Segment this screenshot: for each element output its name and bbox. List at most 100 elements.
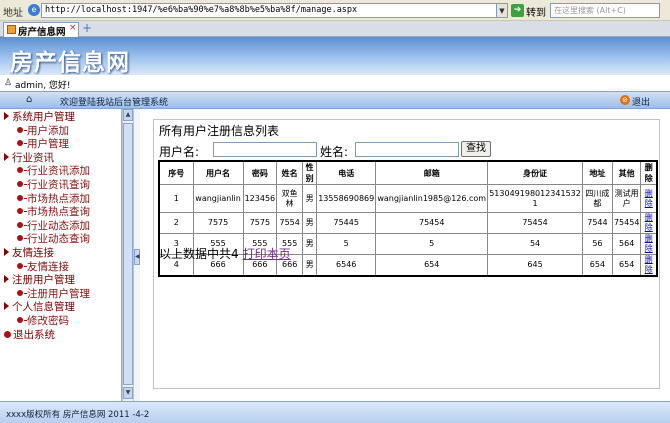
delete-link[interactable]: 删除 xyxy=(645,189,653,208)
table-cell: 男 xyxy=(302,212,318,234)
table-cell: 5 xyxy=(316,233,377,255)
bullet-icon xyxy=(17,140,23,147)
new-tab-icon[interactable]: + xyxy=(82,22,92,34)
table-cell: 123456 xyxy=(242,184,278,213)
sidebar-item-label: 友情连接 xyxy=(27,260,69,273)
username-label: 用户名: xyxy=(159,145,200,159)
user-greeting: admin, 您好! xyxy=(15,81,71,91)
user-bar: ♙ admin, 您好! xyxy=(0,75,670,91)
delete-cell: 删除 xyxy=(640,212,658,234)
scroll-up-icon[interactable]: ▲ xyxy=(123,109,133,121)
sidebar-item[interactable]: 行业资讯查询 xyxy=(17,179,90,192)
table-cell: 1 xyxy=(158,184,194,213)
sidebar-item[interactable]: 行业动态查询 xyxy=(17,233,90,246)
sidebar-item[interactable]: 行业资讯 xyxy=(4,152,54,165)
table-cell: 75454 xyxy=(375,212,489,234)
tab-site[interactable]: 房产信息网 × xyxy=(3,22,79,38)
bullet-icon xyxy=(17,289,23,296)
table-header-row: 序号 用户名 密码 姓名 性别 电话 邮箱 身份证 地址 其他 删除 xyxy=(158,160,658,185)
column-header: 电话 xyxy=(316,160,377,185)
table-cell: 5 xyxy=(375,233,489,255)
sidebar-item-label: 注册用户管理 xyxy=(27,287,90,300)
scroll-thumb[interactable] xyxy=(123,123,133,385)
table-cell: 513049198012341532​1 xyxy=(487,184,583,213)
sidebar-item-label: 行业资讯 xyxy=(12,151,54,164)
bullet-icon xyxy=(17,262,23,269)
sidebar-item[interactable]: 修改密码 xyxy=(17,315,69,328)
column-header: 身份证 xyxy=(487,160,583,185)
sidebar-item-label: 行业资讯查询 xyxy=(27,179,90,191)
browser-search-input[interactable]: 在这里搜索 (Alt+C) xyxy=(550,3,660,18)
sidebar-item-label: 市场热点添加 xyxy=(27,192,90,205)
name-input[interactable] xyxy=(355,142,459,157)
bullet-icon xyxy=(17,181,23,187)
sidebar-item[interactable]: 个人信息管理 xyxy=(4,301,75,314)
table-row: 1 wangjianlin 123456 双鱼林男 13558690869 wangjia… xyxy=(158,184,658,213)
sidebar-item[interactable]: 系统用户管理 xyxy=(4,111,75,124)
sidebar-scrollbar[interactable]: ▲ ▼ xyxy=(122,109,134,401)
table-cell: 7575 xyxy=(192,212,244,234)
print-page-link[interactable]: 打印本页 xyxy=(243,247,291,261)
site-title: 房产信息网 xyxy=(10,50,130,76)
sidebar-item[interactable]: 市场热点添加 xyxy=(17,193,90,206)
expand-arrow-icon xyxy=(4,152,9,161)
sidebar-item[interactable]: 注册用户管理 xyxy=(17,288,90,301)
bullet-icon xyxy=(4,330,11,338)
sidebar-item[interactable]: 友情连接 xyxy=(17,261,69,274)
sidebar-item-label: 行业动态添加 xyxy=(27,219,90,232)
name-label: 姓名: xyxy=(320,145,349,159)
delete-link[interactable]: 删除 xyxy=(645,255,653,274)
sidebar-item[interactable]: 行业动态添加 xyxy=(17,220,90,233)
table-cell: 645 xyxy=(487,254,583,277)
bullet-icon xyxy=(17,194,23,201)
sidebar-item-label: 退出系统 xyxy=(13,328,55,341)
ie-page-icon: e xyxy=(28,4,40,16)
sidebar-item[interactable]: 友情连接 xyxy=(4,247,54,260)
expand-arrow-icon xyxy=(4,112,9,120)
go-button[interactable]: ➔ 转到 xyxy=(511,3,547,19)
table-cell: 654 xyxy=(581,254,613,277)
logout-icon: ⊘ xyxy=(620,95,630,105)
address-bar: 地址 e http://localhost:1947/%e6%ba%90%e7%… xyxy=(0,0,670,21)
url-dropdown-icon[interactable]: ▼ xyxy=(497,3,508,18)
bullet-icon xyxy=(17,167,23,174)
sidebar-item[interactable]: 退出系统 xyxy=(4,329,55,342)
url-input[interactable]: http://localhost:1947/%e6%ba%90%e7%a8%8b… xyxy=(41,3,497,18)
welcome-text: 欢迎登陆我站后台管理系统 xyxy=(60,98,169,108)
sidebar-item-label: 修改密码 xyxy=(27,315,69,327)
table-cell: 测试用户 xyxy=(611,184,642,213)
sidebar-item[interactable]: 注册用户管理 xyxy=(4,274,75,287)
sidebar-item[interactable]: 用户管理 xyxy=(17,138,69,151)
sidebar-item[interactable]: 行业资讯添加 xyxy=(17,165,90,178)
table-cell: 7575 xyxy=(242,212,278,234)
bullet-icon xyxy=(17,221,23,228)
table-cell: 56 xyxy=(581,233,613,255)
table-cell: 75445 xyxy=(316,212,377,234)
table-cell: wangjianlin xyxy=(192,184,244,213)
column-header: 姓名 xyxy=(276,160,304,185)
tab-bar: 房产信息网 × + xyxy=(0,21,670,38)
home-icon[interactable]: ⌂ xyxy=(26,94,32,105)
sidebar: 系统用户管理 用户添加 用户管理 行业资讯 行业资讯添加 行业资讯查询 市场热点添加 市场热点… xyxy=(0,109,122,401)
scroll-down-icon[interactable]: ▼ xyxy=(123,387,133,399)
delete-link[interactable]: 删除 xyxy=(645,234,653,253)
table-cell: 7544 xyxy=(581,212,613,234)
column-header: 序号 xyxy=(158,160,194,185)
expand-arrow-icon xyxy=(4,302,9,311)
column-header: 邮箱 xyxy=(375,160,489,185)
tab-close-icon[interactable]: × xyxy=(69,23,77,33)
delete-link[interactable]: 删除 xyxy=(645,213,653,232)
username-input[interactable] xyxy=(213,142,317,157)
panel-title: 所有用户注册信息列表 xyxy=(159,124,280,138)
bullet-icon xyxy=(17,235,23,242)
summary-text: 以上数据中共4 xyxy=(159,247,239,261)
sidebar-item-label: 行业资讯添加 xyxy=(27,165,90,178)
sidebar-item[interactable]: 市场热点查询 xyxy=(17,206,90,219)
search-button[interactable]: 查找 xyxy=(461,141,491,157)
sidebar-item-label: 行业动态查询 xyxy=(27,233,90,246)
main-content: 所有用户注册信息列表 用户名: 姓名: 查找 序号 用户名 密码 姓名 性别 电话 邮箱 身份… xyxy=(140,109,670,401)
table-cell: 654 xyxy=(375,254,489,277)
bullet-icon xyxy=(17,208,23,215)
sidebar-item[interactable]: 用户添加 xyxy=(17,125,69,138)
table-cell: 男 xyxy=(302,233,318,255)
